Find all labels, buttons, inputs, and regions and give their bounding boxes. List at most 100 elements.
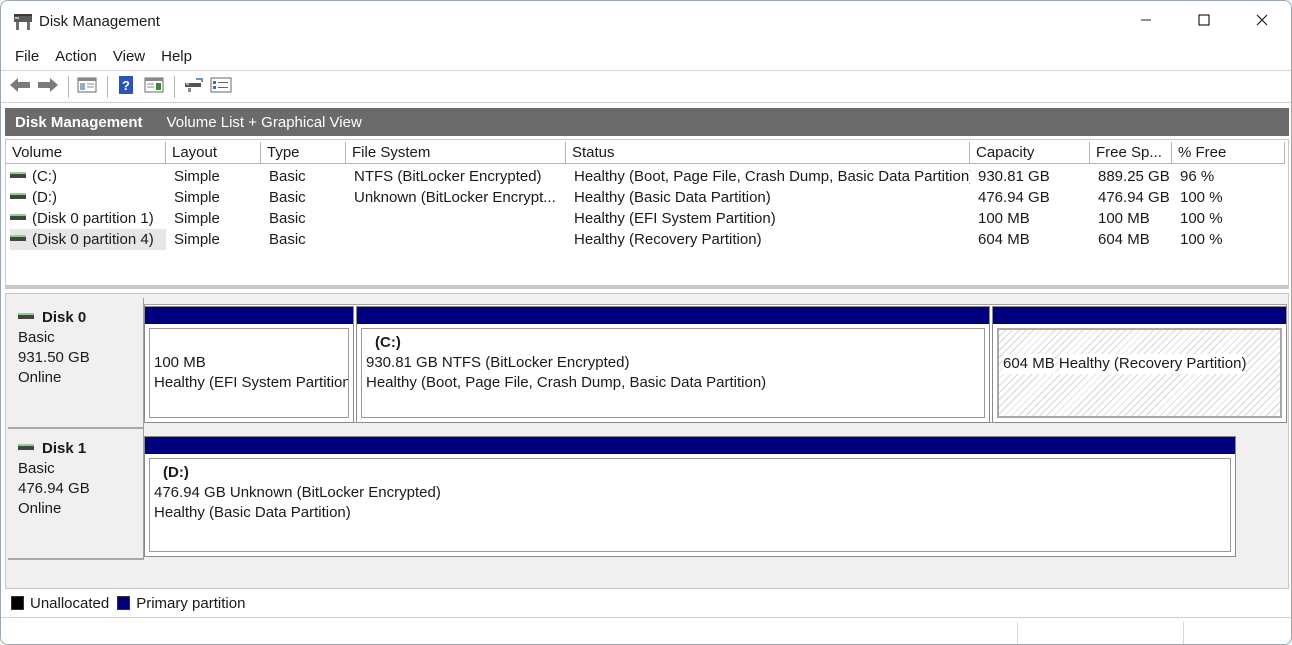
- toolbar: ?: [1, 71, 1291, 103]
- window-title: Disk Management: [39, 13, 160, 30]
- percent-free-cell: 100 %: [1180, 210, 1223, 227]
- legend-swatch-primary: [117, 596, 131, 610]
- minimize-button[interactable]: [1117, 1, 1175, 43]
- menu-action[interactable]: Action: [47, 48, 105, 65]
- partition-body: (D:) 476.94 GB Unknown (BitLocker Encryp…: [149, 458, 1231, 552]
- volume-icon: [10, 193, 26, 200]
- partition-status: Healthy (EFI System Partition): [154, 374, 349, 391]
- capacity-cell: 930.81 GB: [978, 168, 1050, 185]
- forward-button[interactable]: [35, 75, 61, 99]
- volume-row[interactable]: (Disk 0 partition 4) Simple Basic Health…: [6, 229, 1288, 250]
- volume-icon: [10, 214, 26, 221]
- back-arrow-icon: [9, 77, 31, 97]
- status-cell: Healthy (Basic Data Partition): [574, 189, 771, 206]
- disk-type: Basic: [18, 460, 55, 477]
- volume-icon: [10, 235, 26, 242]
- partition-type-bar: [993, 307, 1286, 324]
- disk-size: 476.94 GB: [18, 480, 90, 497]
- partition-name: (D:): [163, 464, 189, 481]
- capacity-cell: 100 MB: [978, 210, 1030, 227]
- volume-cell: (C:): [10, 166, 166, 187]
- close-icon: [1256, 13, 1268, 31]
- maximize-button[interactable]: [1175, 1, 1233, 43]
- legend-label-unallocated: Unallocated: [30, 594, 110, 612]
- partition-size: 100 MB: [154, 354, 206, 371]
- disk-name: Disk 0: [42, 309, 87, 326]
- volume-row[interactable]: (D:) Simple Basic Unknown (BitLocker Enc…: [6, 187, 1288, 208]
- disk-size: 931.50 GB: [18, 349, 90, 366]
- volume-icon: [10, 172, 26, 179]
- menu-file[interactable]: File: [7, 48, 47, 65]
- close-button[interactable]: [1233, 1, 1291, 43]
- partition-size: 604 MB: [1003, 354, 1055, 374]
- properties-panel-icon: [77, 77, 97, 97]
- column-header-layout[interactable]: Layout: [166, 142, 261, 164]
- minimize-icon: [1140, 13, 1152, 31]
- volume-row[interactable]: (Disk 0 partition 1) Simple Basic Health…: [6, 208, 1288, 229]
- percent-free-cell: 100 %: [1180, 189, 1223, 206]
- rescan-disks-button[interactable]: [180, 75, 206, 99]
- disk-icon: [18, 313, 34, 319]
- partition-status: Healthy (Basic Data Partition): [154, 504, 351, 521]
- status-cell: Healthy (Boot, Page File, Crash Dump, Ba…: [574, 168, 970, 185]
- layout-cell: Simple: [174, 231, 220, 248]
- disk-type: Basic: [18, 329, 55, 346]
- help-button[interactable]: ?: [113, 75, 139, 99]
- free-space-cell: 604 MB: [1098, 231, 1150, 248]
- partition-disk0-efi[interactable]: 100 MB Healthy (EFI System Partition): [144, 306, 354, 423]
- rescan-disks-icon: [182, 77, 204, 97]
- column-header-capacity[interactable]: Capacity: [970, 142, 1090, 164]
- partition-name: (C:): [375, 334, 401, 351]
- partition-disk0-recovery[interactable]: 604 MB Healthy (Recovery Partition): [992, 306, 1287, 423]
- partition-disk1-d[interactable]: (D:) 476.94 GB Unknown (BitLocker Encryp…: [144, 436, 1236, 557]
- menu-help[interactable]: Help: [153, 48, 200, 65]
- status-cell: Healthy (EFI System Partition): [574, 210, 776, 227]
- settings-list-icon: [210, 77, 232, 97]
- partition-body: 604 MB Healthy (Recovery Partition): [997, 328, 1282, 418]
- free-space-cell: 889.25 GB: [1098, 168, 1170, 185]
- layout-cell: Simple: [174, 189, 220, 206]
- volume-name: (C:): [32, 168, 57, 185]
- volume-list-bottom-edge: [6, 285, 1288, 288]
- partition-size: 930.81 GB NTFS (BitLocker Encrypted): [366, 354, 630, 371]
- partition-type-bar: [145, 307, 353, 324]
- column-header-file-system[interactable]: File System: [346, 142, 566, 164]
- capacity-cell: 476.94 GB: [978, 189, 1050, 206]
- volume-name: (D:): [32, 189, 57, 206]
- disk-0-label[interactable]: Disk 0 Basic 931.50 GB Online: [8, 298, 144, 429]
- column-header-type[interactable]: Type: [261, 142, 346, 164]
- column-header-percent-free[interactable]: % Free: [1172, 142, 1285, 164]
- disk-management-window: Disk Management File Action View Help ? …: [0, 0, 1292, 645]
- disk-name-row: Disk 1: [18, 439, 143, 459]
- disk-1-label[interactable]: Disk 1 Basic 476.94 GB Online: [8, 429, 144, 560]
- back-button[interactable]: [7, 75, 33, 99]
- volume-cell: (Disk 0 partition 4): [10, 229, 166, 250]
- percent-free-cell: 96 %: [1180, 168, 1215, 185]
- column-header-status[interactable]: Status: [566, 142, 970, 164]
- graphical-view: Disk 0 Basic 931.50 GB Online 100 MB Hea…: [5, 293, 1289, 589]
- type-cell: Basic: [269, 231, 306, 248]
- column-header-volume[interactable]: Volume: [6, 142, 166, 164]
- title-bar: Disk Management: [1, 1, 1291, 43]
- volume-row[interactable]: (C:) Simple Basic NTFS (BitLocker Encryp…: [6, 166, 1288, 187]
- volume-list-header: Volume Layout Type File System Status Ca…: [6, 142, 1288, 164]
- header-view-mode: Volume List + Graphical View: [166, 113, 362, 131]
- status-bar-separator: [1017, 622, 1018, 644]
- header-title: Disk Management: [15, 113, 143, 131]
- console-tree-button[interactable]: [141, 75, 167, 99]
- toolbar-separator: [68, 75, 69, 98]
- settings-list-button[interactable]: [208, 75, 234, 99]
- forward-arrow-icon: [37, 77, 59, 97]
- partition-body: 100 MB Healthy (EFI System Partition): [149, 328, 349, 418]
- menu-view[interactable]: View: [105, 48, 153, 65]
- volume-cell: (D:): [10, 187, 166, 208]
- disk-management-app-icon: [13, 13, 33, 31]
- volume-cell: (Disk 0 partition 1): [10, 208, 166, 229]
- maximize-icon: [1198, 13, 1210, 31]
- layout-cell: Simple: [174, 210, 220, 227]
- column-header-free-space[interactable]: Free Sp...: [1090, 142, 1172, 164]
- properties-panel-button[interactable]: [74, 75, 100, 99]
- legend-label-primary: Primary partition: [136, 594, 246, 612]
- partition-disk0-c[interactable]: (C:) 930.81 GB NTFS (BitLocker Encrypted…: [356, 306, 990, 423]
- legend-swatch-unallocated: [11, 596, 24, 610]
